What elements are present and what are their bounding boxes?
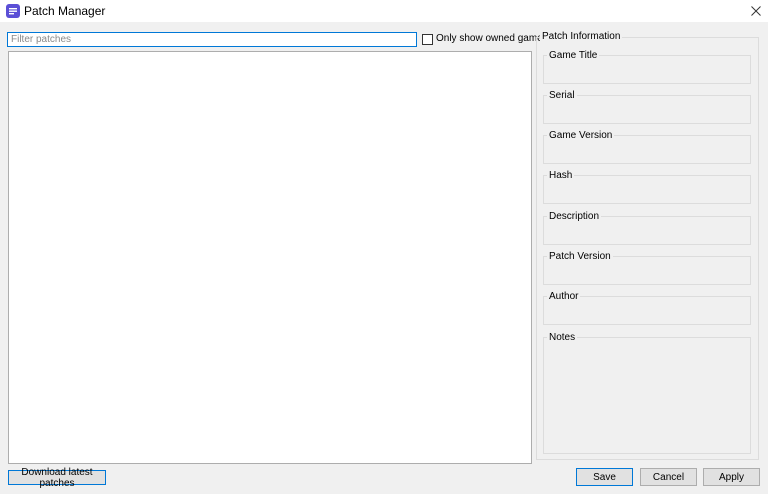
- filter-patches-input[interactable]: [7, 32, 417, 47]
- description-label: Description: [547, 211, 602, 223]
- cancel-button[interactable]: Cancel: [640, 468, 697, 486]
- hash-label: Hash: [547, 170, 575, 182]
- save-button[interactable]: Save: [576, 468, 633, 486]
- close-button[interactable]: [744, 0, 768, 22]
- download-patches-button[interactable]: Download latest patches: [8, 467, 106, 489]
- owned-games-checkbox[interactable]: [422, 34, 433, 45]
- serial-label: Serial: [547, 90, 577, 102]
- app-icon: [6, 4, 20, 18]
- patch-info-title: Patch Information: [540, 31, 623, 43]
- author-label: Author: [547, 291, 581, 303]
- close-icon: [751, 6, 761, 16]
- apply-button[interactable]: Apply: [703, 468, 760, 486]
- patch-list[interactable]: [8, 51, 532, 464]
- title-bar: [0, 0, 768, 22]
- game-version-label: Game Version: [547, 130, 615, 142]
- owned-games-label[interactable]: Only show owned games: [436, 33, 548, 45]
- notes-label: Notes: [547, 332, 578, 344]
- window-title: Patch Manager: [24, 4, 106, 18]
- game-title-label: Game Title: [547, 50, 600, 62]
- notes-box: [543, 337, 751, 454]
- patch-version-label: Patch Version: [547, 251, 613, 263]
